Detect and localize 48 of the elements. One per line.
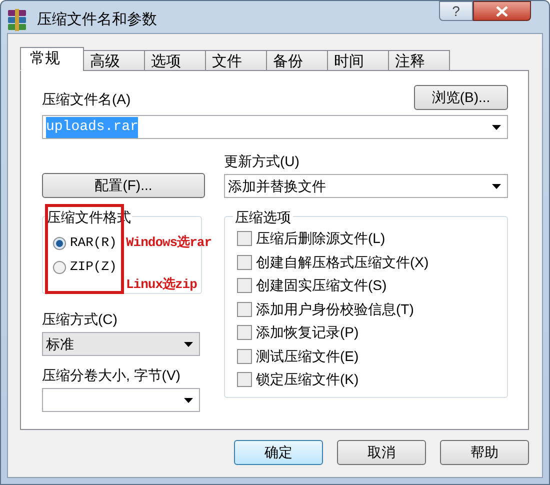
button[interactable]: 配置(F)...	[42, 173, 205, 198]
button[interactable]: 浏览(B)...	[414, 85, 508, 110]
close-button[interactable]	[473, 1, 531, 21]
button[interactable]: 取消	[337, 440, 426, 465]
radio-button[interactable]	[53, 236, 66, 250]
tab[interactable]: 注释	[388, 50, 450, 71]
checkbox[interactable]	[237, 348, 252, 364]
checkbox-label: 添加用户身份校验信息(T)	[256, 300, 414, 319]
field-label: 压缩文件名(A)	[42, 90, 131, 109]
caret-icon	[184, 398, 193, 402]
checkbox[interactable]	[237, 302, 252, 317]
checkbox-label: 添加恢复记录(P)	[256, 323, 359, 342]
annotation-text: Linux选zip	[126, 276, 197, 294]
button[interactable]: 帮助	[440, 440, 529, 465]
caret-icon	[492, 124, 501, 130]
annotation-text: Windows选rar	[126, 234, 212, 252]
field-label: 压缩分卷大小, 字节(V)	[42, 366, 182, 385]
button[interactable]: 确定	[234, 440, 323, 465]
checkbox[interactable]	[237, 231, 252, 246]
combo-box[interactable]: 标准	[42, 332, 200, 356]
checkbox-label: 压缩后删除源文件(L)	[256, 229, 386, 248]
tab[interactable]: 文件	[205, 50, 267, 71]
tab[interactable]: 时间	[327, 50, 389, 71]
radio-button[interactable]	[53, 260, 66, 274]
checkbox-label: 创建固实压缩文件(S)	[256, 276, 387, 296]
checkbox[interactable]	[237, 325, 252, 340]
close-icon	[496, 6, 508, 16]
radio-label: ZIP(Z)	[70, 258, 117, 276]
field-label: 更新方式(U)	[224, 152, 300, 171]
stacked-books-icon	[7, 9, 27, 31]
checkbox-label: 锁定压缩文件(K)	[256, 370, 359, 390]
help-button[interactable]: ?	[439, 1, 473, 21]
checkbox-label: 测试压缩文件(E)	[256, 346, 359, 366]
tab[interactable]: 常规	[20, 47, 84, 71]
field-label: 压缩方式(C)	[42, 310, 118, 329]
checkbox-label: 创建自解压格式压缩文件(X)	[256, 252, 429, 272]
radio-label: RAR(R)	[70, 234, 117, 252]
checkbox[interactable]	[237, 372, 252, 388]
tab[interactable]: 选项	[144, 50, 206, 71]
window-title: 压缩文件名和参数	[37, 10, 157, 30]
caret-icon	[184, 342, 193, 346]
caret-icon	[492, 184, 501, 188]
checkbox[interactable]	[237, 254, 252, 270]
combo-box[interactable]	[42, 388, 200, 412]
tab[interactable]: 备份	[266, 50, 328, 71]
combo-box[interactable]: 添加并替换文件	[224, 174, 508, 198]
checkbox[interactable]	[237, 278, 252, 294]
tab[interactable]: 高级	[83, 50, 145, 71]
